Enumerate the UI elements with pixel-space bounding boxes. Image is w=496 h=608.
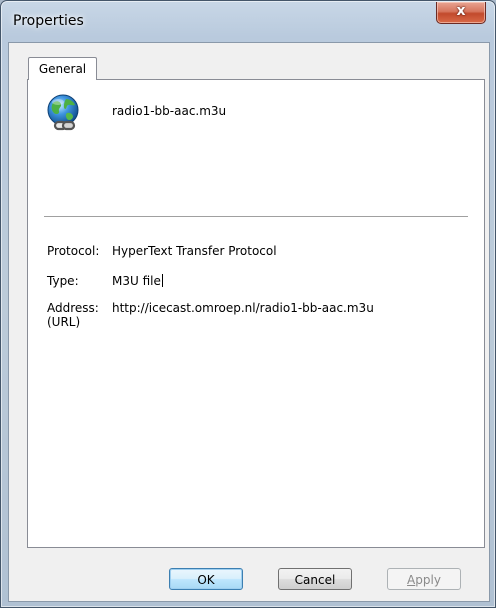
address-label-line2: (URL) [47,315,81,329]
internet-shortcut-globe-icon [47,94,79,131]
text-caret [161,274,163,287]
type-value-field[interactable]: M3U file [112,274,163,288]
file-name: radio1-bb-aac.m3u [112,104,227,118]
separator [44,216,468,218]
address-value[interactable]: http://icecast.omroep.nl/radio1-bb-aac.m… [112,301,374,315]
properties-window: Properties x General radio1-bb-aac.m3u P… [0,0,496,608]
close-icon: x [456,3,466,19]
apply-label-rest: pply [415,573,441,587]
protocol-value: HyperText Transfer Protocol [112,244,277,258]
close-button[interactable]: x [436,2,486,24]
tab-general[interactable]: General [28,57,97,80]
dialog-client-area: General radio1-bb-aac.m3u Protocol: Hype… [8,42,490,602]
apply-button[interactable]: Apply [387,568,461,590]
ok-button[interactable]: OK [169,568,243,590]
title-bar[interactable]: Properties x [1,1,495,43]
window-title: Properties [13,13,84,29]
general-tab-panel: radio1-bb-aac.m3u Protocol: HyperText Tr… [27,79,485,548]
type-value: M3U file [112,274,161,288]
address-label: Address: (URL) [47,301,99,329]
cancel-button[interactable]: Cancel [278,568,352,590]
protocol-label: Protocol: [47,244,100,258]
type-label: Type: [47,274,79,288]
address-label-line1: Address: [47,301,99,315]
